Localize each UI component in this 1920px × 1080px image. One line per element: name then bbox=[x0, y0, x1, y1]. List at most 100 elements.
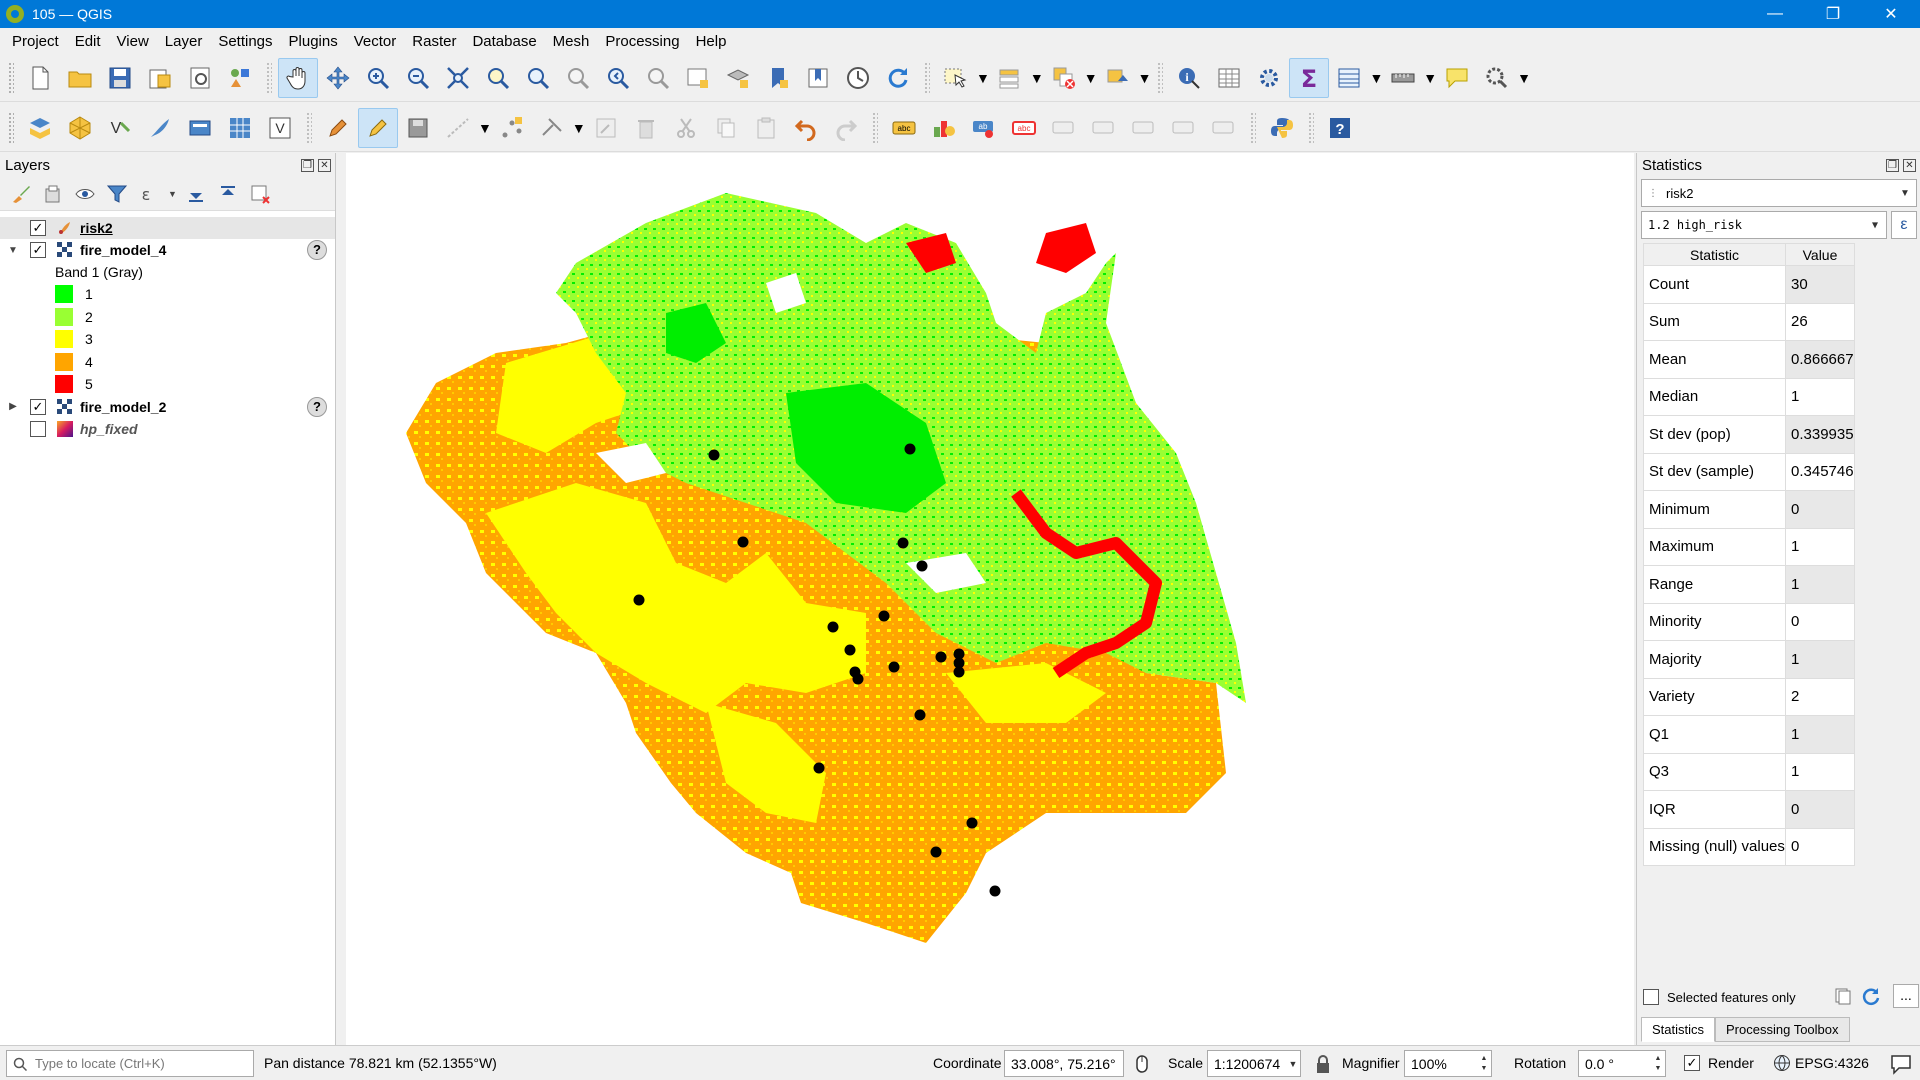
expanded-arrow-icon[interactable]: ▼ bbox=[6, 245, 20, 256]
measure-button[interactable] bbox=[1383, 58, 1423, 98]
print-layout-button[interactable] bbox=[180, 58, 220, 98]
layer-diagram-button[interactable] bbox=[924, 108, 964, 148]
chevron-down-icon[interactable]: ▼ bbox=[1369, 70, 1383, 86]
risk-point[interactable] bbox=[897, 537, 909, 549]
table-row[interactable]: Minimum 0 bbox=[1643, 490, 1855, 529]
risk-point[interactable] bbox=[935, 651, 947, 663]
minimize-button[interactable]: — bbox=[1746, 0, 1804, 28]
data-source-manager-button[interactable] bbox=[20, 108, 60, 148]
identify-features-button[interactable]: i bbox=[1169, 58, 1209, 98]
table-row[interactable]: Sum 26 bbox=[1643, 302, 1855, 341]
statistics-summary-button[interactable]: Σ bbox=[1289, 57, 1330, 98]
new-geopackage-layer-button[interactable] bbox=[60, 108, 100, 148]
delete-selected-button[interactable] bbox=[626, 108, 666, 148]
menu-view[interactable]: View bbox=[109, 33, 157, 50]
table-row[interactable]: Mean 0.866667 bbox=[1643, 340, 1855, 379]
recalculate-button[interactable] bbox=[1861, 986, 1881, 1009]
add-virtual-layer-button[interactable] bbox=[180, 108, 220, 148]
menu-project[interactable]: Project bbox=[4, 33, 67, 50]
tab-processing-toolbox[interactable]: Processing Toolbox bbox=[1715, 1017, 1850, 1042]
rotate-label-button[interactable] bbox=[1124, 108, 1164, 148]
edit-attributes-button[interactable] bbox=[586, 108, 626, 148]
risk-point[interactable] bbox=[914, 709, 926, 721]
table-row[interactable]: IQR 0 bbox=[1643, 790, 1855, 829]
zoom-in-button[interactable] bbox=[358, 58, 398, 98]
expand-all-button[interactable] bbox=[183, 181, 209, 207]
menu-processing[interactable]: Processing bbox=[597, 33, 687, 50]
layer-labeling-button[interactable]: abc bbox=[884, 108, 924, 148]
add-group-button[interactable] bbox=[40, 181, 66, 207]
collapse-all-button[interactable] bbox=[215, 181, 241, 207]
menu-plugins[interactable]: Plugins bbox=[281, 33, 346, 50]
table-row[interactable]: Majority 1 bbox=[1643, 640, 1855, 679]
add-wfs-layer-button[interactable]: V bbox=[260, 108, 300, 148]
table-row[interactable]: Maximum 1 bbox=[1643, 527, 1855, 566]
table-row[interactable]: St dev (sample) 0.345746 bbox=[1643, 452, 1855, 491]
toolbar-handle[interactable] bbox=[8, 111, 14, 144]
column-header-statistic[interactable]: Statistic bbox=[1643, 243, 1786, 266]
risk-point[interactable] bbox=[930, 846, 942, 858]
menu-raster[interactable]: Raster bbox=[404, 33, 464, 50]
layer-visibility-checkbox[interactable]: ✓ bbox=[30, 398, 46, 415]
risk-point[interactable] bbox=[737, 536, 749, 548]
table-row[interactable]: Count 30 bbox=[1643, 265, 1855, 304]
layer-item-risk2[interactable]: ✓ risk2 bbox=[0, 217, 335, 239]
layer-visibility-checkbox[interactable]: ✓ bbox=[30, 242, 46, 258]
table-row[interactable]: St dev (pop) 0.339935 bbox=[1643, 415, 1855, 454]
digitize-line-button[interactable] bbox=[438, 108, 478, 148]
add-raster-button[interactable] bbox=[220, 108, 260, 148]
current-edits-button[interactable] bbox=[318, 108, 358, 148]
new-bookmark-button[interactable] bbox=[758, 58, 798, 98]
select-features-button[interactable] bbox=[936, 58, 976, 98]
highlight-labels-button[interactable]: abc bbox=[1004, 108, 1044, 148]
vertex-tool-button[interactable] bbox=[492, 108, 532, 148]
menu-vector[interactable]: Vector bbox=[346, 33, 405, 50]
layer-visibility-checkbox[interactable] bbox=[30, 420, 46, 437]
chevron-down-icon[interactable]: ▼ bbox=[1084, 70, 1098, 86]
table-row[interactable]: Median 1 bbox=[1643, 377, 1855, 416]
collapsed-arrow-icon[interactable]: ▶ bbox=[6, 401, 20, 412]
float-panel-icon[interactable]: ❐ bbox=[301, 158, 314, 172]
locator-search[interactable]: Type to locate (Ctrl+K) bbox=[6, 1050, 254, 1077]
column-header-value[interactable]: Value bbox=[1785, 243, 1855, 266]
chevron-down-icon[interactable]: ▼ bbox=[1030, 70, 1044, 86]
close-button[interactable]: ✕ bbox=[1862, 0, 1920, 28]
layer-item-hp-fixed[interactable]: hp_fixed bbox=[0, 418, 335, 440]
move-label-button[interactable] bbox=[1044, 108, 1084, 148]
zoom-native-button[interactable] bbox=[558, 58, 598, 98]
chevron-down-icon[interactable]: ▼ bbox=[1517, 70, 1531, 86]
save-layer-edits-button[interactable] bbox=[398, 108, 438, 148]
chevron-down-icon[interactable]: ▼ bbox=[478, 120, 492, 136]
field-select[interactable]: 1.2 high_risk ▼ bbox=[1641, 211, 1887, 239]
layer-visibility-checkbox[interactable]: ✓ bbox=[30, 220, 46, 236]
rotation-spinbox[interactable]: 0.0 ° ▲ ▼ bbox=[1578, 1050, 1666, 1077]
toggle-editing-button[interactable] bbox=[358, 107, 398, 148]
filter-legend-button[interactable] bbox=[104, 181, 130, 207]
expression-button[interactable]: ε bbox=[1891, 211, 1917, 239]
table-row[interactable]: Q1 1 bbox=[1643, 715, 1855, 754]
menu-edit[interactable]: Edit bbox=[67, 33, 109, 50]
refresh-button[interactable] bbox=[878, 58, 918, 98]
risk-point[interactable] bbox=[989, 885, 1001, 897]
style-manager-button[interactable] bbox=[220, 58, 260, 98]
float-panel-icon[interactable]: ❐ bbox=[1886, 158, 1899, 172]
temporal-controller-button[interactable] bbox=[838, 58, 878, 98]
coordinate-field[interactable]: 33.008°, 75.216° bbox=[1004, 1050, 1124, 1077]
menu-database[interactable]: Database bbox=[464, 33, 544, 50]
table-row[interactable]: Variety 2 bbox=[1643, 677, 1855, 716]
layer-item-fire-model-2[interactable]: ▶ ✓ fire_model_2 ? bbox=[0, 396, 335, 418]
selected-only-option[interactable]: Selected features only bbox=[1643, 989, 1796, 1005]
deselect-features-button[interactable] bbox=[1044, 58, 1084, 98]
new-map-view-button[interactable] bbox=[678, 58, 718, 98]
python-console-button[interactable] bbox=[1262, 108, 1302, 148]
zoom-out-button[interactable] bbox=[398, 58, 438, 98]
menu-mesh[interactable]: Mesh bbox=[545, 33, 598, 50]
select-by-value-button[interactable] bbox=[990, 58, 1030, 98]
close-icon[interactable]: ✕ bbox=[1903, 158, 1916, 172]
render-checkbox[interactable]: ✓ bbox=[1684, 1055, 1700, 1071]
copy-features-button[interactable] bbox=[706, 108, 746, 148]
select-location-button[interactable] bbox=[1098, 58, 1138, 98]
risk-point[interactable] bbox=[888, 661, 900, 673]
layer-select[interactable]: ⋮ risk2 ▼ bbox=[1641, 179, 1917, 207]
zoom-to-layer-button[interactable] bbox=[518, 58, 558, 98]
